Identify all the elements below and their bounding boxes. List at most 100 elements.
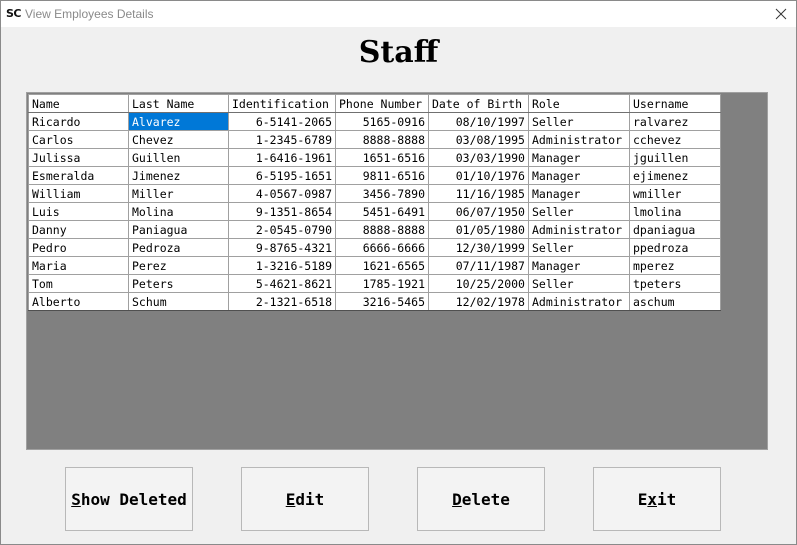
exit-button[interactable]: Ex it [593,467,721,531]
cell-role[interactable]: Seller [528,238,630,257]
cell-identification[interactable]: 2-1321-6518 [228,292,336,311]
column-header-last-name[interactable]: Last Name [128,94,229,113]
cell-identification[interactable]: 1-2345-6789 [228,130,336,149]
cell-last-name[interactable]: Miller [128,184,229,203]
column-header-identification[interactable]: Identification [228,94,336,113]
cell-identification[interactable]: 5-4621-8621 [228,274,336,293]
cell-identification[interactable]: 1-3216-5189 [228,256,336,275]
cell-phone-number[interactable]: 9811-6516 [335,166,429,185]
cell-name[interactable]: Danny [28,220,129,239]
cell-phone-number[interactable]: 5451-6491 [335,202,429,221]
table-row[interactable]: Pedro Pedroza 9-8765-4321 6666-6666 12/30/19… [28,238,721,257]
cell-username[interactable]: dpaniagua [629,220,721,239]
table-row[interactable]: Julissa Guillen 1-6416-1961 1651-6516 03/03/… [28,148,721,167]
cell-date-of-birth[interactable]: 10/25/2000 [428,274,529,293]
cell-role[interactable]: Seller [528,274,630,293]
cell-phone-number[interactable]: 3456-7890 [335,184,429,203]
cell-date-of-birth[interactable]: 12/02/1978 [428,292,529,311]
delete-button[interactable]: Delete [417,467,545,531]
table-row[interactable]: Esmeralda Jimenez 6-5195-1651 9811-6516 01/1… [28,166,721,185]
cell-username[interactable]: tpeters [629,274,721,293]
table-row[interactable]: Maria Perez 1-3216-5189 1621-6565 07/11/1987… [28,256,721,275]
cell-identification[interactable]: 6-5195-1651 [228,166,336,185]
cell-role[interactable]: Manager [528,256,630,275]
cell-name[interactable]: Ricardo [28,112,129,131]
cell-username[interactable]: ralvarez [629,112,721,131]
cell-role[interactable]: Administrator [528,292,630,311]
table-row[interactable]: Carlos Chevez 1-2345-6789 8888-8888 03/08/19… [28,130,721,149]
cell-username[interactable]: lmolina [629,202,721,221]
cell-last-name[interactable]: Alvarez [128,112,229,131]
cell-username[interactable]: cchevez [629,130,721,149]
table-row[interactable]: Ricardo Alvarez 6-5141-2065 5165-0916 08/10/… [28,112,721,131]
cell-username[interactable]: ppedroza [629,238,721,257]
employees-grid[interactable]: Name Last Name Identification Phone Number D… [26,92,768,450]
cell-phone-number[interactable]: 5165-0916 [335,112,429,131]
title-bar[interactable]: SC View Employees Details [1,1,796,27]
cell-date-of-birth[interactable]: 01/10/1976 [428,166,529,185]
cell-role[interactable]: Seller [528,112,630,131]
cell-date-of-birth[interactable]: 01/05/1980 [428,220,529,239]
cell-last-name[interactable]: Peters [128,274,229,293]
cell-last-name[interactable]: Guillen [128,148,229,167]
table-row[interactable]: Luis Molina 9-1351-8654 5451-6491 06/07/1950… [28,202,721,221]
cell-username[interactable]: jguillen [629,148,721,167]
cell-phone-number[interactable]: 1651-6516 [335,148,429,167]
cell-username[interactable]: aschum [629,292,721,311]
cell-last-name[interactable]: Pedroza [128,238,229,257]
cell-phone-number[interactable]: 8888-8888 [335,130,429,149]
table-row[interactable]: Danny Paniagua 2-0545-0790 8888-8888 01/05/1… [28,220,721,239]
cell-name[interactable]: Alberto [28,292,129,311]
cell-date-of-birth[interactable]: 03/08/1995 [428,130,529,149]
cell-name[interactable]: Maria [28,256,129,275]
cell-last-name[interactable]: Schum [128,292,229,311]
column-header-date-of-birth[interactable]: Date of Birth [428,94,529,113]
cell-name[interactable]: Tom [28,274,129,293]
cell-role[interactable]: Seller [528,202,630,221]
column-header-phone-number[interactable]: Phone Number [335,94,429,113]
column-header-name[interactable]: Name [28,94,129,113]
cell-identification[interactable]: 9-8765-4321 [228,238,336,257]
cell-role[interactable]: Administrator [528,220,630,239]
cell-identification[interactable]: 1-6416-1961 [228,148,336,167]
cell-phone-number[interactable]: 1785-1921 [335,274,429,293]
cell-phone-number[interactable]: 3216-5465 [335,292,429,311]
cell-last-name[interactable]: Perez [128,256,229,275]
cell-role[interactable]: Administrator [528,130,630,149]
show-deleted-button[interactable]: Show Deleted [65,467,193,531]
cell-last-name[interactable]: Paniagua [128,220,229,239]
cell-date-of-birth[interactable]: 12/30/1999 [428,238,529,257]
cell-identification[interactable]: 9-1351-8654 [228,202,336,221]
cell-username[interactable]: wmiller [629,184,721,203]
cell-name[interactable]: Luis [28,202,129,221]
cell-identification[interactable]: 2-0545-0790 [228,220,336,239]
cell-name[interactable]: William [28,184,129,203]
cell-name[interactable]: Pedro [28,238,129,257]
cell-last-name[interactable]: Jimenez [128,166,229,185]
table-row[interactable]: Tom Peters 5-4621-8621 1785-1921 10/25/2000 S… [28,274,721,293]
cell-role[interactable]: Manager [528,148,630,167]
cell-date-of-birth[interactable]: 07/11/1987 [428,256,529,275]
cell-username[interactable]: ejimenez [629,166,721,185]
edit-button[interactable]: Edit [241,467,369,531]
cell-phone-number[interactable]: 8888-8888 [335,220,429,239]
cell-name[interactable]: Julissa [28,148,129,167]
table-row[interactable]: Alberto Schum 2-1321-6518 3216-5465 12/02/19… [28,292,721,311]
cell-date-of-birth[interactable]: 03/03/1990 [428,148,529,167]
close-button[interactable] [770,3,792,25]
cell-name[interactable]: Esmeralda [28,166,129,185]
cell-date-of-birth[interactable]: 08/10/1997 [428,112,529,131]
cell-last-name[interactable]: Chevez [128,130,229,149]
cell-date-of-birth[interactable]: 06/07/1950 [428,202,529,221]
table-row[interactable]: William Miller 4-0567-0987 3456-7890 11/16/1… [28,184,721,203]
cell-phone-number[interactable]: 1621-6565 [335,256,429,275]
cell-phone-number[interactable]: 6666-6666 [335,238,429,257]
cell-identification[interactable]: 4-0567-0987 [228,184,336,203]
cell-username[interactable]: mperez [629,256,721,275]
cell-name[interactable]: Carlos [28,130,129,149]
cell-role[interactable]: Manager [528,184,630,203]
cell-role[interactable]: Manager [528,166,630,185]
cell-last-name[interactable]: Molina [128,202,229,221]
column-header-role[interactable]: Role [528,94,630,113]
cell-date-of-birth[interactable]: 11/16/1985 [428,184,529,203]
